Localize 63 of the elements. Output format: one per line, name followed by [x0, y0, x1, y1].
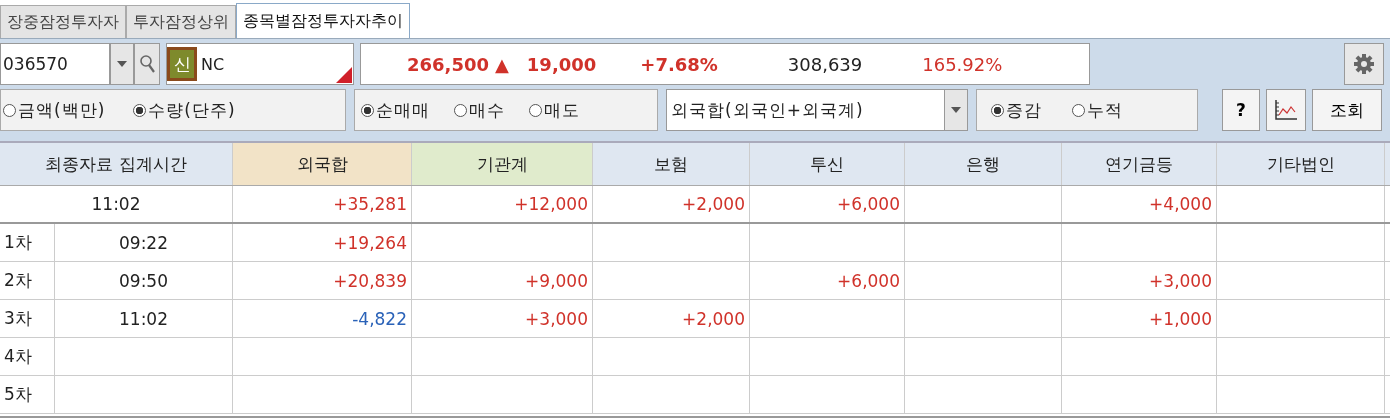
tab[interactable]: 장중잠정투자자: [0, 5, 126, 38]
radio-button[interactable]: [361, 103, 374, 117]
tab[interactable]: 종목별잠정투자자추이: [236, 3, 410, 38]
radio-option[interactable]: 매도: [529, 98, 580, 122]
settings-button[interactable]: [1344, 43, 1384, 85]
radio-button[interactable]: [1072, 103, 1085, 117]
credit-badge: 신: [167, 47, 197, 81]
table-cell: 3차: [0, 300, 55, 337]
table-cell: +19,264: [333, 232, 407, 253]
table-cell: +20,839: [333, 270, 407, 291]
radio-button[interactable]: [133, 103, 147, 117]
table-cell: +1,000: [1149, 308, 1212, 329]
table-cell: +2,000: [682, 308, 745, 329]
radio-button[interactable]: [3, 103, 16, 117]
stock-name: NC: [200, 54, 225, 74]
caret-icon: [951, 106, 961, 114]
radio-option[interactable]: 수량(단주): [133, 98, 236, 122]
radio-button[interactable]: [529, 103, 542, 117]
radio-option[interactable]: 순매매: [361, 98, 430, 122]
up-arrow: ▲: [495, 53, 509, 75]
table-cell: 2차: [0, 262, 55, 299]
query-button[interactable]: 조회: [1312, 89, 1382, 131]
price: 266,500: [407, 53, 489, 75]
table-cell: 5차: [0, 376, 55, 413]
table-cell: +6,000: [837, 194, 900, 214]
table-cell: +12,000: [514, 194, 588, 214]
help-button[interactable]: ?: [1222, 89, 1260, 131]
radio-option[interactable]: 누적: [1072, 98, 1123, 122]
column-header: 외국합: [233, 143, 412, 185]
table-cell: +2,000: [682, 194, 745, 214]
table-cell: 1차: [0, 224, 55, 261]
radio-button[interactable]: [454, 103, 467, 117]
table-cell: 11:02: [0, 186, 233, 222]
table-cell: +3,000: [1149, 270, 1212, 291]
chart-button[interactable]: [1266, 89, 1306, 131]
radio-option[interactable]: 금액(백만): [3, 98, 106, 122]
dropdown-button[interactable]: [110, 43, 134, 85]
table-cell: +9,000: [525, 270, 588, 291]
search-icon: [139, 54, 155, 74]
table-cell: +4,000: [1149, 194, 1212, 214]
table-cell: +6,000: [837, 270, 900, 291]
chart-icon: [1273, 98, 1299, 122]
volume-ratio: 165.92%: [922, 53, 1003, 75]
table-cell: -4,822: [352, 308, 407, 329]
table-cell: +35,281: [333, 194, 407, 214]
caret-icon: [117, 60, 127, 68]
table-cell: 09:22: [119, 232, 168, 253]
radio-option[interactable]: 증감: [991, 98, 1042, 122]
tab[interactable]: 투자잠정상위: [126, 5, 236, 38]
change-rate: +7.68%: [640, 53, 718, 75]
radio-button[interactable]: [991, 103, 1004, 117]
table-cell: +3,000: [525, 308, 588, 329]
table-cell: 09:50: [119, 270, 168, 291]
corner-mark-icon: [336, 67, 352, 83]
table-cell: 11:02: [119, 308, 168, 329]
table-cell: 4차: [0, 338, 55, 375]
stock-code-field[interactable]: 036570: [0, 43, 110, 85]
investor-select[interactable]: 외국합(외국인+외국계): [666, 89, 968, 131]
column-header: 기관계: [412, 143, 593, 185]
price-change: 19,000: [526, 53, 597, 75]
volume: 308,639: [787, 53, 863, 75]
radio-option[interactable]: 매수: [454, 98, 505, 122]
search-button[interactable]: [134, 43, 160, 85]
